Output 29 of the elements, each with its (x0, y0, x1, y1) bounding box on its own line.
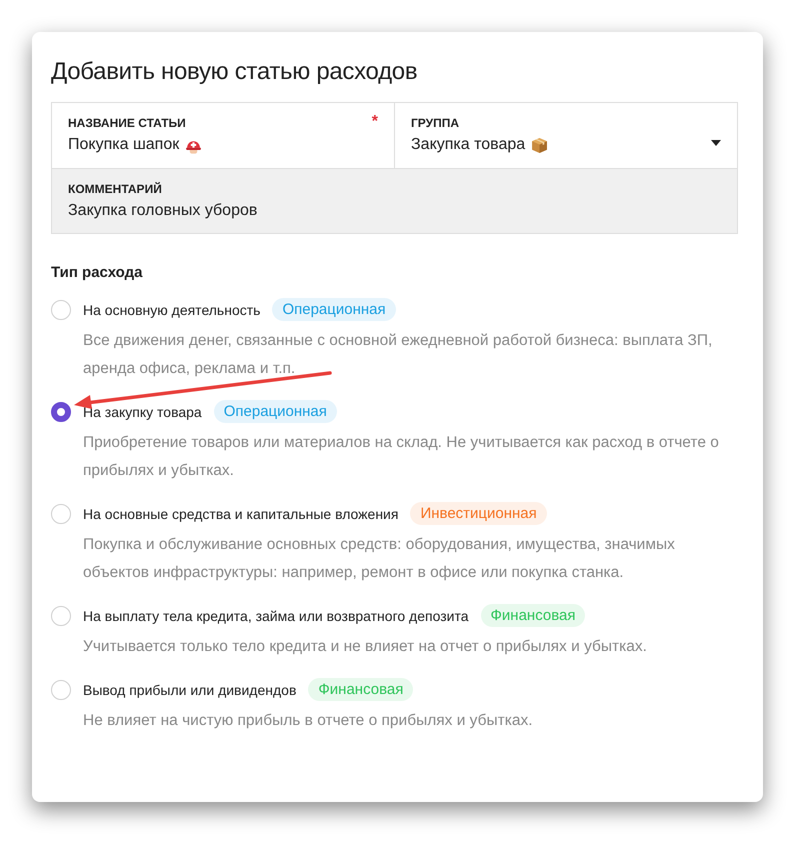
category-tag: Операционная (272, 298, 396, 321)
comment-field[interactable]: КОММЕНТАРИЙ Закупка головных уборов (52, 168, 737, 233)
section-title: Тип расхода (51, 264, 144, 281)
option-description: Все движения денег, связанные с основной ежедневной работой бизнеса: выплата ЗП, аренда офиса, реклама и т.п. (83, 331, 714, 379)
option-description: Учитывается только тело кредита и не влияет на отчет о прибылях и убытках. (83, 637, 648, 657)
option-label[interactable]: Вывод прибыли или дивидендов (83, 682, 296, 698)
option-label[interactable]: На закупку товара (83, 404, 202, 420)
option-description: Не влияет на чистую прибыль в отчете о прибылях и убытках. (83, 711, 534, 731)
dialog-title: Добавить новую статью расходов (51, 58, 418, 86)
field-label: КОММЕНТАРИЙ (68, 182, 162, 196)
option-description: Покупка и обслуживание основных средств: оборудования, имущества, значимых объектов инфраструктуры: например, ремонт в офисе или покупка станка. (83, 535, 676, 583)
option-label[interactable]: На выплату тела кредита, займа или возвратного депозита (83, 608, 468, 624)
category-tag: Финансовая (480, 604, 586, 627)
box-icon (531, 136, 548, 154)
option-label[interactable]: На основные средства и капитальные вложения (83, 506, 398, 522)
required-mark: * (372, 116, 378, 130)
field-label: ГРУППА (411, 116, 460, 130)
field-value: Покупка шапок (68, 136, 180, 154)
option-label[interactable]: На основную деятельность (83, 302, 260, 318)
category-tag: Операционная (214, 400, 337, 423)
category-tag: Инвестиционная (410, 502, 547, 525)
radio-button[interactable] (51, 402, 71, 422)
field-label: НАЗВАНИЕ СТАТЬИ (68, 116, 186, 130)
field-value: Закупка головных уборов (68, 202, 258, 220)
option-description: Приобретение товаров или материалов на склад. Не учитывается как расход в отчете о прибылях и убытках. (83, 433, 720, 481)
field-value: Закупка товара (411, 136, 526, 154)
caret-icon (711, 140, 721, 146)
group-select[interactable]: ГРУППА Закупка товара (395, 103, 737, 168)
category-tag: Финансовая (308, 678, 414, 701)
